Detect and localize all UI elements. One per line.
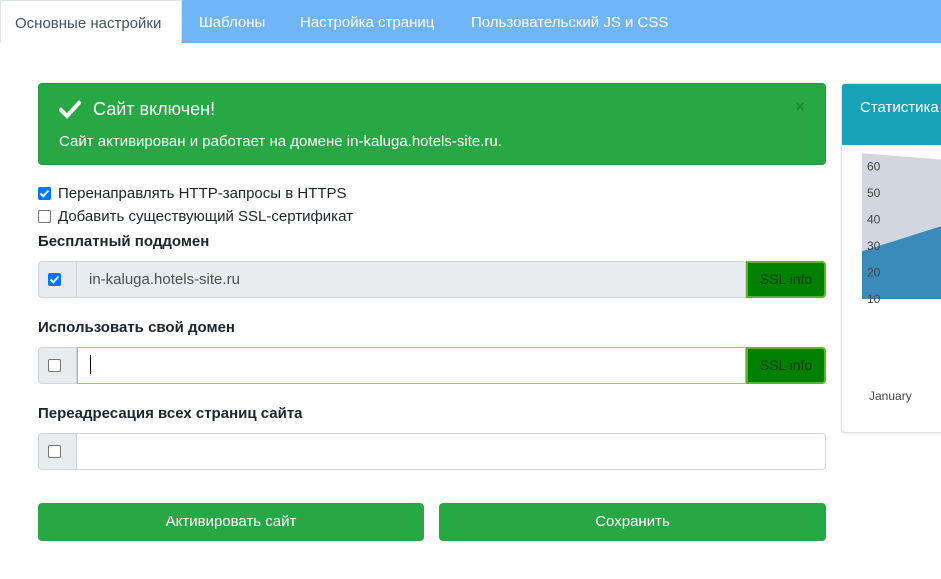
check-icon [58,98,82,120]
redirect-label: Переадресация всех страниц сайта [38,405,303,422]
tab-templates[interactable]: Шаблоны [199,0,265,43]
tab-page-settings[interactable]: Настройка страниц [300,0,434,43]
own-domain-checkbox[interactable] [47,359,61,372]
tab-basic-settings[interactable]: Основные настройки [0,0,182,43]
close-icon[interactable]: × [795,98,805,116]
own-domain-label: Использовать свой домен [38,319,235,336]
ssl-certificate-option[interactable]: Добавить существующий SSL-сертификат [38,208,353,225]
save-button[interactable]: Сохранить [439,503,826,541]
statistics-chart-area: 908070605040302010January [842,84,941,432]
alert-title: Сайт включен! [93,99,216,119]
https-redirect-label: Перенаправлять HTTP-запросы в HTTPS [58,185,347,202]
redirect-group [38,433,826,470]
y-tick-label: 30 [867,239,881,253]
own-domain-input[interactable] [77,347,746,384]
free-subdomain-group: in-kaluga.hotels-site.ru SSL info [38,261,826,298]
ssl-certificate-label: Добавить существующий SSL-сертификат [58,208,353,225]
own-domain-ssl-info-button[interactable]: SSL info [746,347,826,384]
free-subdomain-checkbox[interactable] [47,273,61,286]
redirect-checkbox[interactable] [47,445,61,458]
https-redirect-checkbox[interactable] [38,187,51,200]
y-tick-label: 20 [867,266,881,280]
statistics-chart: 908070605040302010January [862,84,941,403]
x-tick-label: January [869,389,912,403]
free-subdomain-addon [38,261,77,298]
free-subdomain-ssl-info-button[interactable]: SSL info [746,261,826,298]
redirect-input[interactable] [77,433,826,470]
y-tick-label: 40 [867,213,881,227]
statistics-card-title: Статистика [842,84,941,145]
statistics-card: Статистика 908070605040302010January [841,83,941,433]
own-domain-group: SSL info [38,347,826,384]
tab-bar: Основные настройки Шаблоны Настройка стр… [0,0,941,43]
site-enabled-alert: Сайт включен! Сайт активирован и работае… [38,83,826,165]
y-tick-label: 10 [867,292,881,306]
y-tick-label: 50 [867,186,881,200]
https-redirect-option[interactable]: Перенаправлять HTTP-запросы в HTTPS [38,185,347,202]
y-tick-label: 70 [867,145,881,147]
text-cursor [90,355,91,375]
ssl-certificate-checkbox[interactable] [38,210,51,223]
alert-text: Сайт активирован и работает на домене in… [59,133,502,150]
y-tick-label: 60 [867,160,881,174]
tab-custom-js-css[interactable]: Пользовательский JS и CSS [471,0,668,43]
redirect-addon [38,433,77,470]
activate-site-button[interactable]: Активировать сайт [38,503,424,541]
own-domain-addon [38,347,77,384]
free-subdomain-label: Бесплатный поддомен [38,233,210,250]
free-subdomain-input[interactable]: in-kaluga.hotels-site.ru [77,261,746,298]
